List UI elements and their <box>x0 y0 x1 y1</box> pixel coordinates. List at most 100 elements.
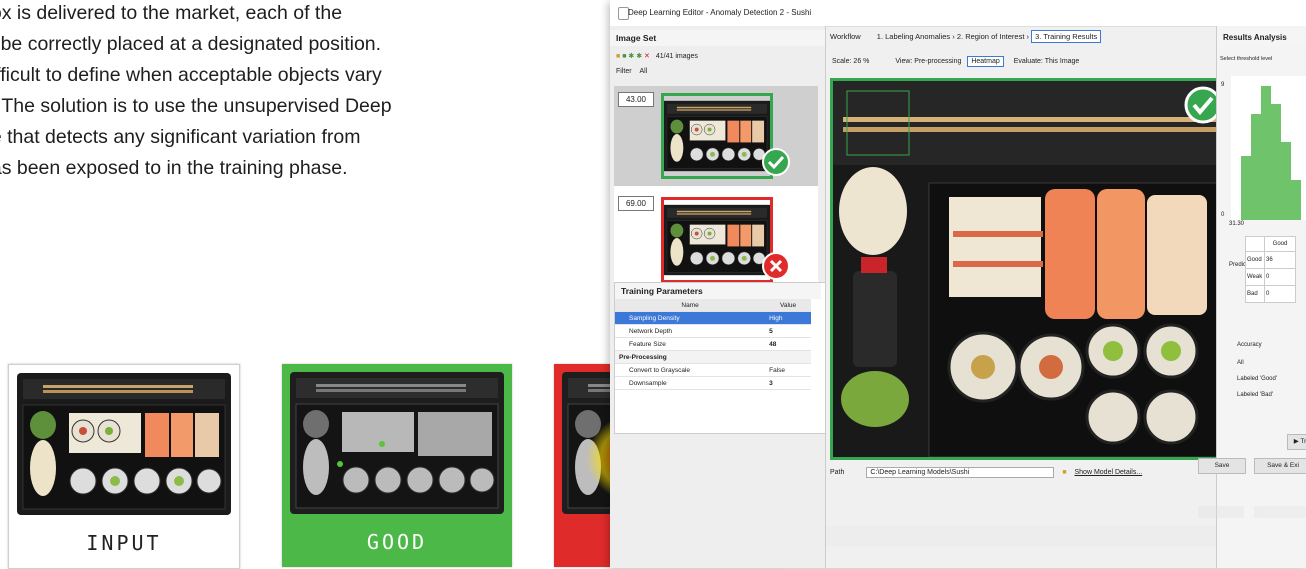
thumbnail-image <box>661 197 773 283</box>
thumbnail-item[interactable]: 43.00 <box>614 86 818 186</box>
thumbnail-item[interactable]: 69.00 <box>614 190 818 290</box>
intro-line: e. The solution is to use the unsupervis… <box>0 95 392 117</box>
input-image <box>17 373 231 515</box>
filter-row: Filter All <box>616 68 647 75</box>
image-set-title: Image Set <box>610 30 825 46</box>
filter-value[interactable]: All <box>640 68 648 75</box>
train-button-label: Tr <box>1300 438 1306 445</box>
confusion-col-good: Good <box>1264 236 1296 252</box>
confusion-cell: 0 <box>1264 268 1296 286</box>
folder-icon[interactable]: ■ <box>616 53 620 60</box>
good-check-icon <box>762 148 790 176</box>
thumbnail-image <box>661 93 773 179</box>
confusion-row-label: Good <box>1245 251 1265 269</box>
confusion-cell: 0 <box>1264 285 1296 303</box>
intro-text: box is delivered to the market, each of … <box>0 0 600 184</box>
parameter-row[interactable]: Network Depth 5 <box>615 324 811 338</box>
intro-line: box is delivered to the market, each of … <box>0 2 343 24</box>
image-count: 41/41 images <box>655 53 698 60</box>
workflow-step-roi[interactable]: 2. Region of Interest <box>957 32 1025 41</box>
evaluate-label: Evaluate: <box>1013 58 1043 65</box>
parameter-name: Network Depth <box>615 324 766 338</box>
path-input[interactable]: C:\Deep Learning Models\Sushi <box>866 467 1055 478</box>
parameter-name: Feature Size <box>615 337 766 351</box>
threshold-histogram[interactable] <box>1231 76 1306 220</box>
histogram-min-label: 0 <box>1221 212 1225 218</box>
scale-value[interactable]: 26 % <box>853 58 869 65</box>
intro-line: de that detects any significant variatio… <box>0 126 361 148</box>
workflow-label: Workflow <box>830 32 861 41</box>
label-bad-icon[interactable]: ✱ <box>636 53 642 60</box>
workflow-step-labeling[interactable]: 1. Labeling Anomalies <box>877 32 950 41</box>
workflow-step-results[interactable]: 3. Training Results <box>1031 30 1102 43</box>
good-caption: GOOD <box>366 530 428 554</box>
parameter-value[interactable]: 5 <box>765 324 811 338</box>
workflow-bar: Workflow 1. Labeling Anomalies › 2. Regi… <box>830 30 1102 43</box>
path-label: Path <box>830 469 845 476</box>
save-button[interactable]: Save <box>1198 458 1246 474</box>
good-image <box>290 372 504 514</box>
training-parameters-title: Training Parameters <box>615 283 821 299</box>
results-analysis-panel: Results Analysis Select threshold level … <box>1216 26 1306 568</box>
thumbnail-list: 43.00 69.00 <box>614 86 818 290</box>
browse-folder-icon[interactable]: ■ <box>1062 469 1066 476</box>
parameter-name: Convert to Grayscale <box>615 363 766 377</box>
parameter-group: Pre-Processing <box>615 350 811 364</box>
save-exit-button[interactable]: Save & Exi <box>1254 458 1306 474</box>
accuracy-good-label: Labeled 'Good' <box>1237 376 1277 382</box>
evaluate-this-image[interactable]: This Image <box>1045 58 1080 65</box>
column-header-value: Value <box>765 299 811 312</box>
image-viewer[interactable] <box>830 78 1232 460</box>
parameter-row[interactable]: Convert to Grayscale False <box>615 363 811 377</box>
column-header-name: Name <box>615 299 766 312</box>
results-analysis-title: Results Analysis <box>1217 30 1306 46</box>
parameter-name: Sampling Density <box>615 311 766 325</box>
parameter-value[interactable]: 3 <box>765 376 811 390</box>
parameter-value[interactable]: False <box>765 363 811 377</box>
thumbnail-score: 69.00 <box>618 196 654 211</box>
intro-line: st be correctly placed at a designated p… <box>0 33 382 55</box>
histogram-x-label: 31.30 <box>1229 221 1245 227</box>
scale-label: Scale: <box>832 58 852 65</box>
delete-icon[interactable]: ✕ <box>644 53 650 60</box>
path-row: Path C:\Deep Learning Models\Sushi ■ Sho… <box>830 467 1220 478</box>
train-button[interactable]: ▶ Tr <box>1287 434 1306 450</box>
parameter-row[interactable]: Downsample 3 <box>615 376 811 390</box>
workflow-panel: Workflow 1. Labeling Anomalies › 2. Regi… <box>826 26 1232 568</box>
show-model-details-link[interactable]: Show Model Details... <box>1075 469 1143 476</box>
heatmap-toggle[interactable]: Heatmap <box>967 56 1004 67</box>
input-card: INPUT <box>8 364 240 569</box>
good-card: GOOD <box>282 364 512 567</box>
view-toolbar: Scale: 26 % View: Pre-processing Heatmap… <box>832 56 1080 67</box>
intro-line: difficult to define when acceptable obje… <box>0 64 382 86</box>
parameter-row[interactable]: Sampling Density High <box>615 311 811 325</box>
add-image-icon[interactable]: ■ <box>622 53 626 60</box>
confusion-row-label: Bad <box>1245 285 1265 303</box>
app-window: Deep Learning Editor - Anomaly Detection… <box>610 0 1306 568</box>
title-bar: Deep Learning Editor - Anomaly Detection… <box>610 0 1306 27</box>
input-caption: INPUT <box>86 531 162 555</box>
viewer-image <box>833 81 1229 457</box>
accuracy-bad-label: Labeled 'Bad' <box>1237 392 1273 398</box>
view-label: View: <box>895 58 913 65</box>
window-title: Deep Learning Editor - Anomaly Detection… <box>628 8 812 17</box>
filter-label: Filter <box>616 68 632 75</box>
accuracy-label: Accuracy <box>1237 342 1262 348</box>
label-good-icon[interactable]: ✱ <box>628 53 634 60</box>
threshold-label: Select threshold level <box>1220 56 1273 62</box>
parameter-group-label: Pre-Processing <box>615 350 811 364</box>
parameter-row[interactable]: Feature Size 48 <box>615 337 811 351</box>
intro-line: has been exposed to in the training phas… <box>0 157 348 179</box>
confusion-table: Good Good 36 Weak 0 Bad 0 <box>1245 236 1296 303</box>
window-reflection <box>610 492 1306 568</box>
confusion-row-label: Weak <box>1245 268 1265 286</box>
parameter-value[interactable]: High <box>765 311 811 325</box>
bad-cross-icon <box>762 252 790 280</box>
parameters-table: Name Value Sampling Density High Network… <box>615 299 811 390</box>
parameter-name: Downsample <box>615 376 766 390</box>
training-parameters-panel: Training Parameters Name Value Sampling … <box>614 282 826 434</box>
accuracy-all-label: All <box>1237 360 1244 366</box>
preprocessing-toggle[interactable]: Pre-processing <box>914 58 961 65</box>
parameter-value[interactable]: 48 <box>765 337 811 351</box>
thumbnail-score: 43.00 <box>618 92 654 107</box>
